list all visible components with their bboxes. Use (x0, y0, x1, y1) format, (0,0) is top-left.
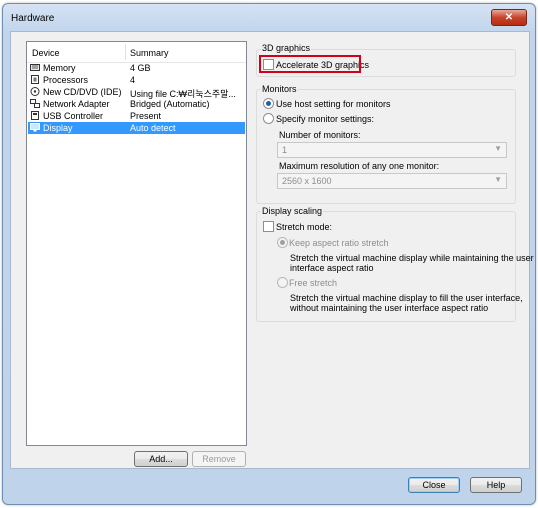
device-summary: Auto detect (130, 123, 176, 133)
annotation-highlight-box (259, 55, 361, 73)
column-header-summary[interactable]: Summary (130, 48, 169, 58)
device-row-network-adapter[interactable]: Network Adapter Bridged (Automatic) (28, 98, 245, 110)
processor-icon (31, 75, 39, 84)
max-resolution-label: Maximum resolution of any one monitor: (279, 161, 440, 171)
device-name: Network Adapter (43, 99, 110, 109)
add-button[interactable]: Add... (134, 451, 188, 467)
free-stretch-radio[interactable] (277, 277, 288, 288)
group-label-display-scaling: Display scaling (261, 206, 324, 216)
use-host-radio[interactable] (263, 98, 274, 109)
cd-dvd-icon (30, 87, 40, 96)
window-close-button[interactable]: ✕ (491, 9, 527, 26)
device-summary: 4 (130, 75, 136, 85)
title-bar[interactable]: Hardware ✕ (3, 4, 535, 30)
device-row-usb-controller[interactable]: USB Controller Present (28, 110, 245, 122)
device-name: New CD/DVD (IDE) (43, 87, 122, 97)
number-of-monitors-value: 1 (282, 145, 288, 155)
usb-icon (31, 111, 39, 120)
free-stretch-description-line2: without maintaining the user interface a… (290, 303, 489, 313)
keep-aspect-description-line1: Stretch the virtual machine display whil… (290, 253, 534, 263)
number-of-monitors-label: Number of monitors: (279, 130, 361, 140)
device-name: Display (43, 123, 73, 133)
memory-icon (30, 64, 40, 71)
stretch-mode-checkbox[interactable] (263, 221, 274, 232)
specify-monitor-label[interactable]: Specify monitor settings: (276, 114, 374, 124)
hardware-dialog: Hardware ✕ Device Summary Memory 4 GB Pr… (2, 3, 536, 505)
dialog-footer: Close Help (10, 468, 528, 498)
group-label-monitors: Monitors (261, 84, 298, 94)
free-stretch-label[interactable]: Free stretch (289, 278, 337, 288)
device-list[interactable]: Device Summary Memory 4 GB Processors 4 … (26, 41, 247, 446)
chevron-down-icon: ▼ (494, 175, 502, 184)
max-resolution-value: 2560 x 1600 (282, 176, 332, 186)
device-summary: Bridged (Automatic) (130, 99, 210, 109)
device-summary: 4 GB (130, 63, 151, 73)
device-name: USB Controller (43, 111, 104, 121)
display-icon (30, 123, 40, 132)
close-button[interactable]: Close (408, 477, 460, 493)
device-row-memory[interactable]: Memory 4 GB (28, 62, 245, 74)
free-stretch-description-line1: Stretch the virtual machine display to f… (290, 293, 523, 303)
device-name: Processors (43, 75, 89, 85)
window-title: Hardware (11, 13, 55, 24)
max-resolution-select[interactable]: 2560 x 1600 ▼ (277, 173, 507, 189)
specify-monitor-radio[interactable] (263, 113, 274, 124)
help-button[interactable]: Help (470, 477, 522, 493)
network-adapter-icon (30, 99, 40, 108)
group-label-3d-graphics: 3D graphics (261, 43, 312, 53)
number-of-monitors-select[interactable]: 1 ▼ (277, 142, 507, 158)
keep-aspect-label[interactable]: Keep aspect ratio stretch (289, 238, 389, 248)
keep-aspect-radio[interactable] (277, 237, 288, 248)
device-name: Memory (43, 63, 76, 73)
column-header-device[interactable]: Device (32, 48, 60, 58)
device-row-display[interactable]: Display Auto detect (28, 122, 245, 134)
device-row-processors[interactable]: Processors 4 (28, 74, 245, 86)
close-icon: ✕ (504, 12, 514, 23)
device-list-header: Device Summary (27, 42, 246, 63)
dialog-client-area: Device Summary Memory 4 GB Processors 4 … (10, 31, 534, 469)
device-row-cd-dvd[interactable]: New CD/DVD (IDE) Using file C:₩리눅스주말... (28, 86, 245, 99)
keep-aspect-description-line2: interface aspect ratio (290, 263, 374, 273)
column-separator[interactable] (125, 44, 126, 60)
device-summary: Present (130, 111, 162, 121)
remove-button[interactable]: Remove (192, 451, 246, 467)
use-host-label[interactable]: Use host setting for monitors (276, 99, 391, 109)
chevron-down-icon: ▼ (494, 144, 502, 153)
stretch-mode-label[interactable]: Stretch mode: (276, 222, 332, 232)
